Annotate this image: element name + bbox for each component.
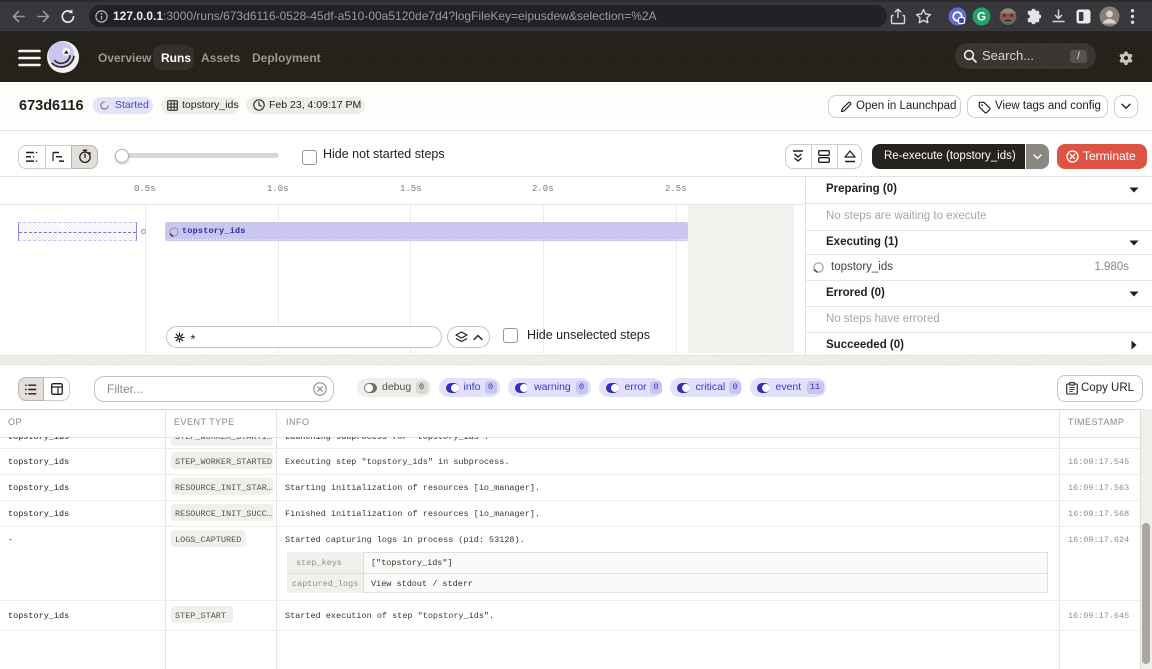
svg-text:G: G xyxy=(977,12,986,24)
